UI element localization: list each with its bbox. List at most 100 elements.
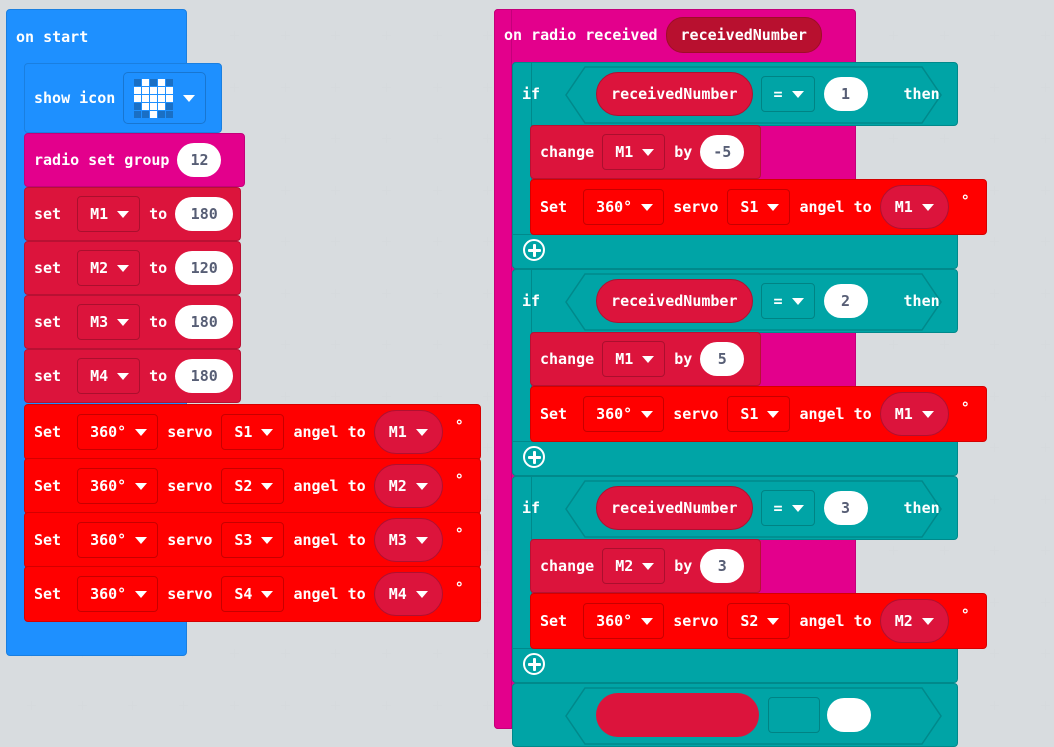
icon-picker-dropdown[interactable] bbox=[123, 72, 207, 124]
chevron-down-icon bbox=[117, 264, 130, 272]
servo-mode-dropdown[interactable]: 360° bbox=[583, 189, 665, 225]
servo-mode-dropdown[interactable]: 360° bbox=[583, 603, 665, 639]
servo-mode-dropdown-value: 360° bbox=[90, 531, 127, 549]
servo-port-dropdown[interactable]: S2 bbox=[727, 603, 791, 639]
servo-port-dropdown[interactable]: S1 bbox=[727, 189, 791, 225]
servo-set-label: Set bbox=[540, 405, 568, 423]
grid-cross bbox=[382, 186, 391, 195]
compare-operator-dropdown[interactable]: = bbox=[760, 76, 815, 112]
by-label: by bbox=[674, 557, 693, 575]
grid-cross bbox=[1041, 340, 1050, 349]
compare-operator-dropdown[interactable]: = bbox=[760, 283, 815, 319]
add-else-button[interactable] bbox=[523, 653, 545, 675]
servo-port-dropdown[interactable]: S3 bbox=[221, 522, 285, 558]
servo-port-dropdown-value: S2 bbox=[740, 612, 759, 630]
angle-variable-dropdown[interactable]: M3 bbox=[373, 518, 443, 562]
servo-label: servo bbox=[673, 405, 719, 423]
servo-mode-dropdown[interactable]: 360° bbox=[77, 468, 159, 504]
servo-port-dropdown[interactable]: S1 bbox=[221, 414, 285, 450]
value-input[interactable]: 180 bbox=[175, 197, 234, 231]
chevron-down-icon bbox=[117, 318, 130, 326]
variable-dropdown[interactable]: M1 bbox=[77, 196, 141, 232]
value-input[interactable]: 180 bbox=[175, 359, 234, 393]
servo-mode-dropdown[interactable]: 360° bbox=[77, 522, 159, 558]
variable-dropdown-value: M1 bbox=[615, 350, 634, 368]
add-else-button[interactable] bbox=[523, 446, 545, 468]
grid-cross bbox=[433, 237, 442, 246]
received-number-variable[interactable]: receivedNumber bbox=[596, 486, 753, 530]
angle-variable-dropdown[interactable]: M1 bbox=[879, 392, 949, 436]
servo-port-dropdown-value: S1 bbox=[234, 423, 253, 441]
if-footer bbox=[512, 648, 958, 683]
then-label: then bbox=[903, 85, 940, 103]
radio-set-group-label: radio set group bbox=[34, 151, 170, 169]
set-label: set bbox=[34, 367, 62, 385]
chevron-down-icon bbox=[261, 428, 274, 436]
servo-mode-dropdown-value: 360° bbox=[596, 405, 633, 423]
compare-value-input[interactable]: 2 bbox=[823, 284, 868, 318]
set-label: set bbox=[34, 313, 62, 331]
received-number-variable[interactable]: receivedNumber bbox=[596, 279, 753, 323]
received-number-param[interactable]: receivedNumber bbox=[665, 17, 822, 53]
servo-mode-dropdown[interactable]: 360° bbox=[77, 414, 159, 450]
grid-cross bbox=[483, 546, 492, 555]
chevron-down-icon bbox=[921, 410, 934, 418]
angle-variable-dropdown[interactable]: M2 bbox=[879, 599, 949, 643]
angle-label: angel to bbox=[799, 198, 872, 216]
compare-value-input[interactable]: 1 bbox=[823, 77, 868, 111]
chevron-down-icon bbox=[135, 590, 148, 598]
servo-mode-dropdown[interactable]: 360° bbox=[77, 576, 159, 612]
value-input[interactable]: 120 bbox=[175, 251, 234, 285]
grid-cross bbox=[1041, 701, 1050, 710]
angle-label: angel to bbox=[293, 585, 366, 603]
compare-value-input[interactable] bbox=[827, 698, 871, 732]
compare-operator-dropdown[interactable] bbox=[768, 697, 820, 733]
servo-port-dropdown[interactable]: S2 bbox=[221, 468, 285, 504]
change-label: change bbox=[540, 557, 595, 575]
variable-dropdown[interactable]: M2 bbox=[77, 250, 141, 286]
grid-cross bbox=[281, 340, 290, 349]
grid-cross bbox=[281, 649, 290, 658]
grid-cross bbox=[483, 392, 492, 401]
compare-operator-dropdown[interactable]: = bbox=[760, 490, 815, 526]
variable-dropdown[interactable]: M3 bbox=[77, 304, 141, 340]
change-value-input[interactable]: -5 bbox=[700, 135, 745, 169]
grid-cross bbox=[1041, 289, 1050, 298]
group-number-input[interactable]: 12 bbox=[177, 143, 222, 177]
grid-cross bbox=[382, 392, 391, 401]
change-value-input[interactable]: 5 bbox=[700, 342, 745, 376]
angle-variable-dropdown[interactable]: M2 bbox=[373, 464, 443, 508]
compare-value-input[interactable]: 3 bbox=[823, 491, 868, 525]
angle-variable-dropdown[interactable]: M1 bbox=[879, 185, 949, 229]
led-pixel bbox=[142, 110, 150, 118]
grid-cross bbox=[990, 701, 999, 710]
if-label: if bbox=[522, 85, 541, 103]
change-label: change bbox=[540, 143, 595, 161]
led-pixel bbox=[166, 78, 174, 86]
variable-dropdown[interactable]: M2 bbox=[602, 548, 666, 584]
chevron-down-icon bbox=[642, 355, 655, 363]
angle-variable-dropdown[interactable]: M1 bbox=[373, 410, 443, 454]
add-else-button[interactable] bbox=[523, 239, 545, 261]
led-pixel bbox=[142, 94, 150, 102]
servo-port-dropdown[interactable]: S1 bbox=[727, 396, 791, 432]
change-label: change bbox=[540, 350, 595, 368]
angle-variable-dropdown[interactable]: M4 bbox=[373, 572, 443, 616]
servo-mode-dropdown[interactable]: 360° bbox=[583, 396, 665, 432]
compare-operator-dropdown-value: = bbox=[773, 85, 783, 103]
grid-cross bbox=[483, 186, 492, 195]
grid-cross bbox=[78, 701, 87, 710]
received-number-variable[interactable]: receivedNumber bbox=[596, 72, 753, 116]
degree-unit: ° bbox=[960, 606, 970, 624]
variable-dropdown[interactable]: M4 bbox=[77, 358, 141, 394]
received-number-variable[interactable] bbox=[596, 693, 759, 737]
degree-unit: ° bbox=[454, 579, 464, 597]
led-pixel bbox=[134, 94, 142, 102]
variable-dropdown[interactable]: M1 bbox=[602, 134, 666, 170]
grid-cross bbox=[990, 598, 999, 607]
value-input[interactable]: 180 bbox=[175, 305, 234, 339]
servo-port-dropdown[interactable]: S4 bbox=[221, 576, 285, 612]
chevron-down-icon bbox=[921, 203, 934, 211]
variable-dropdown[interactable]: M1 bbox=[602, 341, 666, 377]
change-value-input[interactable]: 3 bbox=[700, 549, 745, 583]
